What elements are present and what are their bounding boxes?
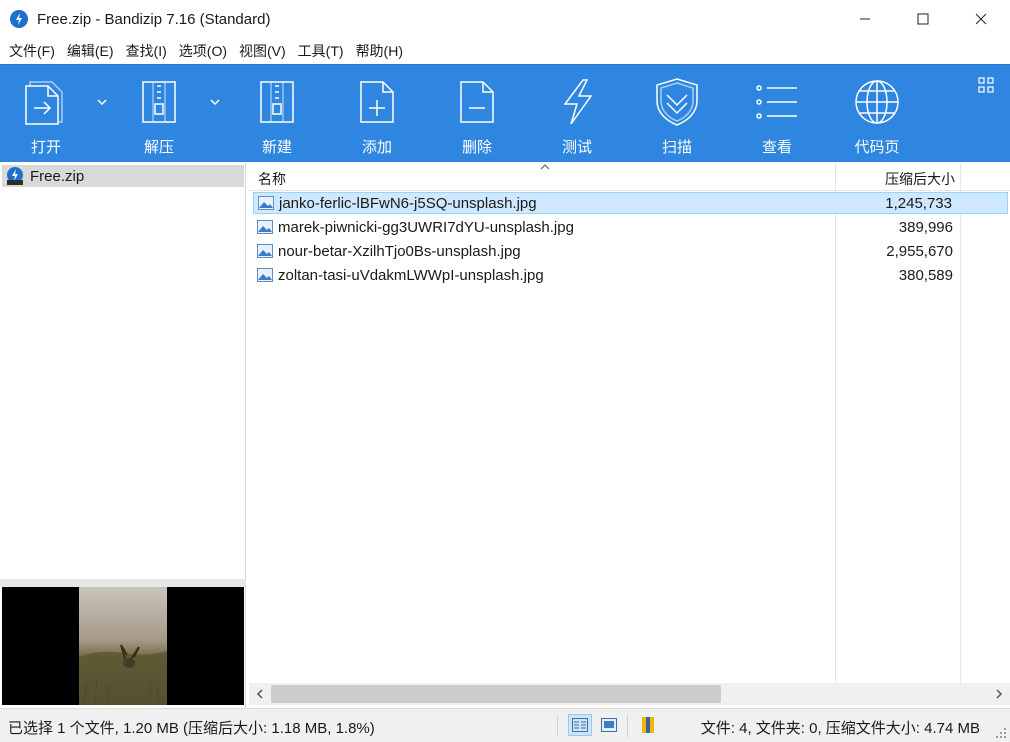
scroll-left-icon[interactable] bbox=[253, 687, 267, 701]
open-label: 打开 bbox=[30, 139, 61, 156]
view-label: 查看 bbox=[761, 139, 792, 156]
view-button[interactable]: 查看 bbox=[737, 77, 817, 157]
file-name: janko-ferlic-lBFwN6-j5SQ-unsplash.jpg bbox=[279, 194, 537, 212]
tree-item-archive[interactable]: Free.zip bbox=[2, 165, 244, 187]
file-name: marek-piwnicki-gg3UWRI7dYU-unsplash.jpg bbox=[278, 218, 574, 236]
minimize-icon bbox=[860, 18, 870, 20]
menu-find[interactable]: 查找(I) bbox=[121, 39, 172, 63]
file-size: 1,245,733 bbox=[885, 194, 952, 212]
new-archive-icon bbox=[250, 77, 304, 127]
resize-grip-icon[interactable] bbox=[995, 727, 1007, 739]
image-preview bbox=[2, 587, 244, 705]
column-header-size[interactable]: 压缩后大小 bbox=[885, 169, 955, 189]
delete-label: 删除 bbox=[461, 139, 492, 156]
menu-file[interactable]: 文件(F) bbox=[4, 39, 60, 63]
scan-label: 扫描 bbox=[661, 139, 692, 156]
test-label: 测试 bbox=[561, 139, 592, 156]
archive-summary-status: 文件: 4, 文件夹: 0, 压缩文件大小: 4.74 MB bbox=[700, 720, 980, 737]
image-file-icon bbox=[257, 268, 273, 282]
menu-options[interactable]: 选项(O) bbox=[174, 39, 232, 63]
delete-button[interactable]: 删除 bbox=[437, 77, 517, 157]
window-title: Free.zip - Bandizip 7.16 (Standard) bbox=[37, 10, 271, 28]
add-icon bbox=[350, 77, 404, 127]
maximize-button[interactable] bbox=[894, 0, 952, 38]
sort-ascending-icon bbox=[540, 164, 550, 170]
file-row[interactable]: nour-betar-XzilhTjo0Bs-unsplash.jpg 2,95… bbox=[253, 240, 1008, 262]
preview-splitter[interactable] bbox=[0, 579, 246, 587]
open-dropdown-button[interactable] bbox=[95, 95, 109, 109]
file-list: 名称 压缩后大小 janko-ferlic-lBFwN6-j5SQ-unspla… bbox=[249, 163, 1010, 683]
horizontal-scrollbar[interactable] bbox=[249, 683, 1010, 705]
folder-tree-panel: Free.zip bbox=[0, 163, 246, 709]
bandizip-logo-icon bbox=[10, 10, 28, 28]
codepage-label: 代码页 bbox=[854, 139, 900, 156]
extract-label: 解压 bbox=[143, 139, 174, 156]
open-icon bbox=[19, 77, 73, 127]
status-divider bbox=[627, 715, 628, 737]
menu-edit[interactable]: 编辑(E) bbox=[62, 39, 119, 63]
grid-icon bbox=[978, 77, 994, 93]
open-button[interactable]: 打开 bbox=[6, 77, 86, 157]
scan-shield-icon bbox=[650, 77, 704, 127]
add-button[interactable]: 添加 bbox=[337, 77, 417, 157]
image-file-icon bbox=[258, 196, 274, 210]
new-archive-button[interactable]: 新建 bbox=[237, 77, 317, 157]
archive-info-icon bbox=[642, 717, 654, 733]
thumbnail-view-icon bbox=[601, 718, 617, 732]
codepage-globe-icon bbox=[850, 77, 904, 127]
extract-icon bbox=[132, 77, 186, 127]
codepage-button[interactable]: 代码页 bbox=[837, 77, 917, 157]
extract-button[interactable]: 解压 bbox=[119, 77, 199, 157]
archive-info-button[interactable] bbox=[636, 714, 660, 736]
tree-item-label: Free.zip bbox=[30, 167, 85, 185]
chevron-down-icon bbox=[97, 99, 107, 105]
status-bar: 已选择 1 个文件, 1.20 MB (压缩后大小: 1.18 MB, 1.8%… bbox=[0, 708, 1010, 742]
add-label: 添加 bbox=[361, 139, 392, 156]
details-view-icon bbox=[572, 718, 588, 732]
file-size: 389,996 bbox=[898, 218, 953, 236]
image-file-icon bbox=[257, 244, 273, 258]
new-archive-label: 新建 bbox=[261, 139, 292, 156]
file-row[interactable]: marek-piwnicki-gg3UWRI7dYU-unsplash.jpg … bbox=[253, 216, 1008, 238]
status-divider bbox=[557, 715, 558, 737]
preview-thumbnail bbox=[79, 587, 167, 705]
menu-view[interactable]: 视图(V) bbox=[234, 39, 291, 63]
layout-grid-button[interactable] bbox=[978, 77, 994, 93]
file-size: 2,955,670 bbox=[886, 242, 953, 260]
scan-button[interactable]: 扫描 bbox=[637, 77, 717, 157]
toolbar: 打开 解压 新建 添加 删除 测试 扫描 查看 代码页 bbox=[0, 64, 1010, 162]
maximize-icon bbox=[917, 13, 929, 25]
file-row[interactable]: zoltan-tasi-uVdakmLWWpI-unsplash.jpg 380… bbox=[253, 264, 1008, 286]
test-button[interactable]: 测试 bbox=[537, 77, 617, 157]
details-view-button[interactable] bbox=[568, 714, 592, 736]
minimize-button[interactable] bbox=[836, 0, 894, 38]
file-size: 380,589 bbox=[898, 266, 953, 284]
scrollbar-thumb[interactable] bbox=[271, 685, 721, 703]
zip-archive-icon bbox=[7, 167, 23, 185]
scroll-right-icon[interactable] bbox=[992, 687, 1006, 701]
chevron-down-icon bbox=[210, 99, 220, 105]
file-name: nour-betar-XzilhTjo0Bs-unsplash.jpg bbox=[278, 242, 521, 260]
close-button[interactable] bbox=[952, 0, 1010, 38]
menu-bar: 文件(F) 编辑(E) 查找(I) 选项(O) 视图(V) 工具(T) 帮助(H… bbox=[0, 38, 1010, 64]
file-row[interactable]: janko-ferlic-lBFwN6-j5SQ-unsplash.jpg 1,… bbox=[253, 192, 1008, 214]
column-header-name[interactable]: 名称 bbox=[258, 169, 286, 189]
close-icon bbox=[975, 13, 987, 25]
test-icon bbox=[550, 77, 604, 127]
delete-icon bbox=[450, 77, 504, 127]
selection-status: 已选择 1 个文件, 1.20 MB (压缩后大小: 1.18 MB, 1.8%… bbox=[8, 720, 375, 737]
menu-tools[interactable]: 工具(T) bbox=[293, 39, 349, 63]
title-bar: Free.zip - Bandizip 7.16 (Standard) bbox=[0, 0, 1010, 38]
menu-help[interactable]: 帮助(H) bbox=[351, 39, 408, 63]
image-file-icon bbox=[257, 220, 273, 234]
file-name: zoltan-tasi-uVdakmLWWpI-unsplash.jpg bbox=[278, 266, 544, 284]
column-header-row: 名称 压缩后大小 bbox=[249, 163, 1010, 191]
extract-dropdown-button[interactable] bbox=[208, 95, 222, 109]
thumbnail-view-button[interactable] bbox=[597, 714, 621, 736]
view-list-icon bbox=[750, 77, 804, 127]
